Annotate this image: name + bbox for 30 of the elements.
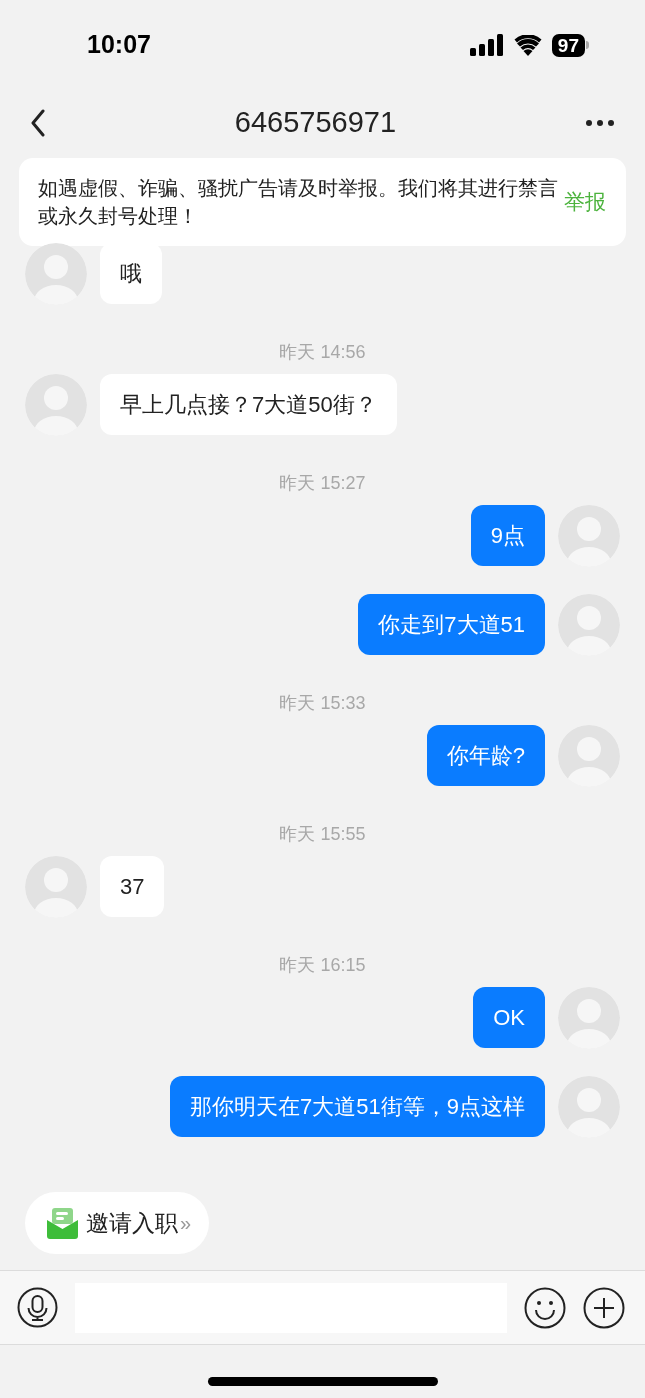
timestamp: 昨天 15:55 xyxy=(279,823,366,846)
battery-level: 97 xyxy=(551,33,585,57)
message-bubble: 早上几点接？7大道50街？ xyxy=(100,374,397,435)
invite-button[interactable]: 邀请入职» xyxy=(25,1192,210,1254)
envelope-icon xyxy=(47,1207,78,1239)
status-time: 10:07 xyxy=(87,29,151,61)
battery-cap-icon xyxy=(586,41,589,49)
message-bubble: 9点 xyxy=(470,505,545,566)
message-bubble: 你年龄? xyxy=(426,725,545,786)
emoji-icon[interactable] xyxy=(524,1286,566,1329)
microphone-icon[interactable] xyxy=(17,1287,58,1328)
timestamp: 昨天 15:27 xyxy=(279,472,366,495)
avatar-icon[interactable] xyxy=(25,243,87,305)
signal-icon xyxy=(469,34,504,56)
message-bubble: 你走到7大道51 xyxy=(358,594,545,655)
message-bubble: OK xyxy=(473,987,545,1048)
chat-title: 6465756971 xyxy=(234,105,397,141)
wifi-icon xyxy=(513,34,542,56)
timestamp: 昨天 16:15 xyxy=(279,954,366,977)
back-icon[interactable] xyxy=(30,109,46,137)
plus-icon[interactable] xyxy=(583,1286,625,1329)
timestamp: 昨天 14:56 xyxy=(279,341,366,364)
chevron-text: » xyxy=(180,1211,192,1236)
notice-text: 如遇虚假、诈骗、骚扰广告请及时举报。我们将其进行禁言或永久封号处理！ xyxy=(38,176,558,229)
more-icon[interactable] xyxy=(585,119,615,127)
message-bubble: 37 xyxy=(100,856,165,917)
timestamp: 昨天 15:33 xyxy=(279,692,366,715)
invite-label: 邀请入职 xyxy=(86,1208,178,1238)
message-bubble: 哦 xyxy=(100,243,162,304)
message-bubble: 那你明天在7大道51街等，9点这样 xyxy=(170,1076,545,1137)
